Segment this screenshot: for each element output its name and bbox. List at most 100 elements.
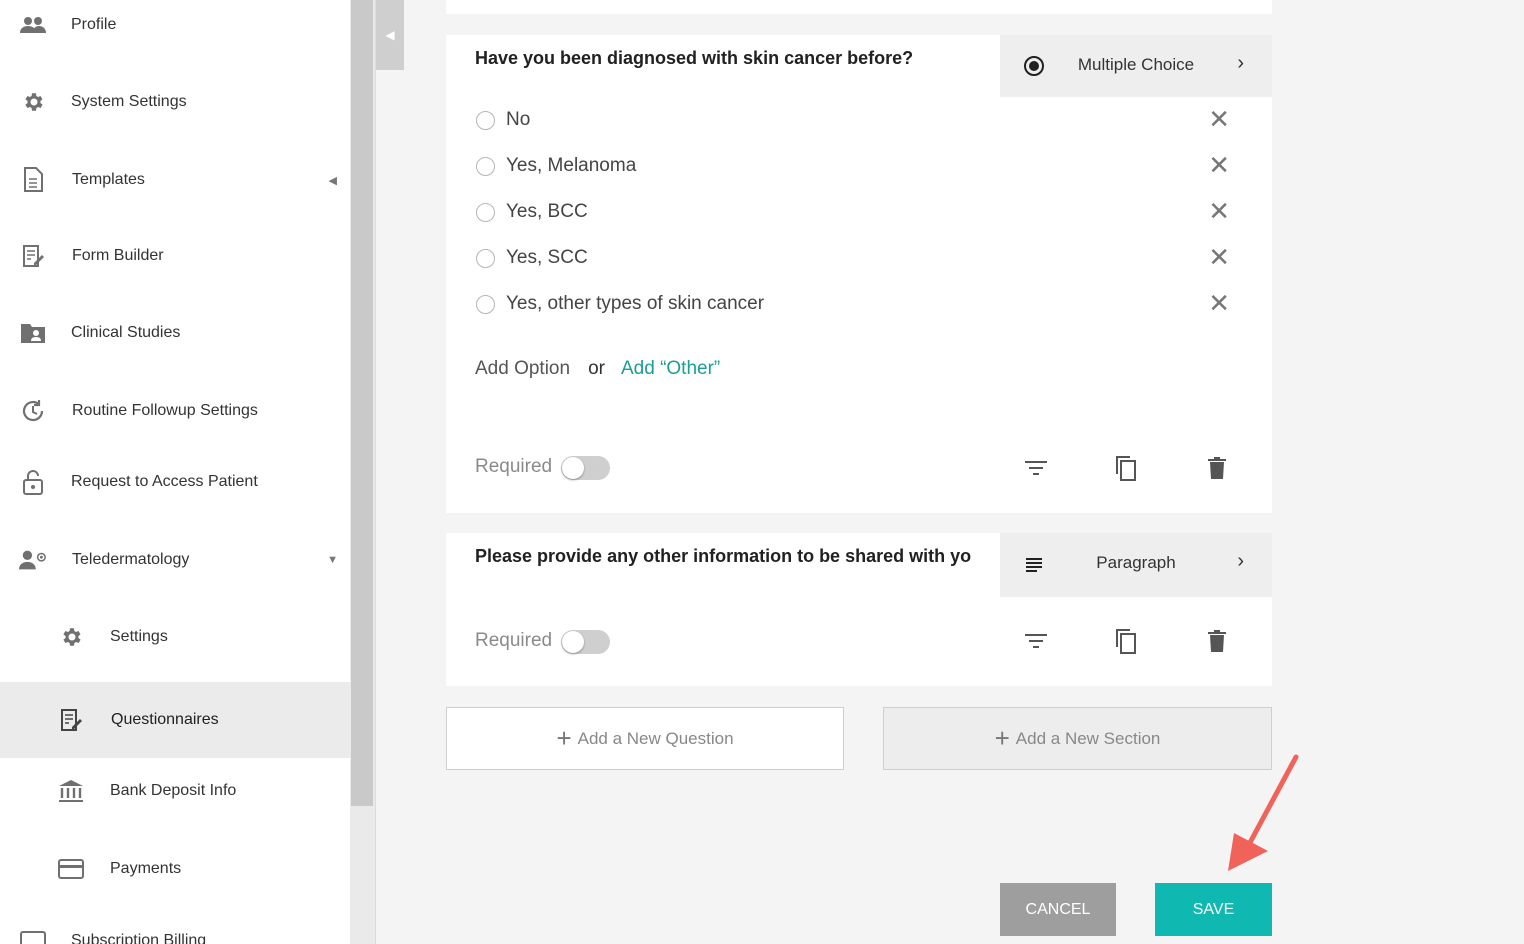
- previous-question-card: [446, 0, 1272, 14]
- sidebar-item-label: Profile: [71, 16, 117, 33]
- radio-button[interactable]: [476, 157, 495, 176]
- sidebar-item-label: Payments: [110, 860, 182, 877]
- form-edit-icon: [57, 706, 85, 734]
- add-other-link[interactable]: Add “Other”: [621, 358, 720, 379]
- add-question-label: Add a New Question: [577, 728, 734, 748]
- gear-icon: [19, 88, 47, 116]
- sidebar-item-label: Request to Access Patient: [71, 473, 258, 490]
- chevron-right-icon: ›: [1237, 52, 1244, 74]
- duplicate-icon[interactable]: [1111, 453, 1141, 483]
- add-section-label: Add a New Section: [1015, 728, 1161, 748]
- trash-icon[interactable]: [1202, 626, 1232, 656]
- credit-card-icon: [57, 855, 85, 883]
- option-row: No ✕: [475, 105, 1245, 135]
- remove-option-icon[interactable]: ✕: [1208, 151, 1230, 179]
- sidebar-item-subscription-billing[interactable]: Subscription Billing: [0, 903, 350, 944]
- plus-icon: +: [556, 723, 572, 753]
- question-card: Have you been diagnosed with skin cancer…: [446, 35, 1272, 513]
- sidebar-item-payments[interactable]: Payments: [0, 831, 350, 907]
- sidebar-item-questionnaires[interactable]: Questionnaires: [0, 682, 350, 758]
- question-type-selector[interactable]: Multiple Choice ›: [1000, 35, 1272, 97]
- option-row: Yes, Melanoma ✕: [475, 151, 1245, 181]
- question-type-label: Paragraph: [1096, 553, 1176, 572]
- save-button[interactable]: SAVE: [1155, 883, 1272, 936]
- collapse-sidebar-button[interactable]: ◀: [376, 0, 404, 70]
- add-question-button[interactable]: + Add a New Question: [446, 707, 844, 770]
- sidebar-item-label: Clinical Studies: [71, 324, 181, 341]
- history-icon: [19, 397, 47, 425]
- remove-option-icon[interactable]: ✕: [1208, 197, 1230, 225]
- radio-button[interactable]: [476, 295, 495, 314]
- sidebar-item-routine-followup[interactable]: Routine Followup Settings: [0, 373, 350, 449]
- option-label[interactable]: Yes, SCC: [506, 247, 588, 269]
- question-title[interactable]: Have you been diagnosed with skin cancer…: [475, 48, 913, 69]
- sidebar-scrollbar-thumb[interactable]: [351, 0, 373, 806]
- required-label: Required: [475, 630, 553, 651]
- sidebar-item-label: Questionnaires: [111, 711, 219, 728]
- question-title[interactable]: Please provide any other information to …: [475, 546, 972, 567]
- bank-icon: [57, 777, 85, 805]
- option-row: Yes, BCC ✕: [475, 197, 1245, 227]
- sidebar-item-label: Bank Deposit Info: [110, 782, 237, 799]
- sidebar-item-teledermatology[interactable]: Teledermatology ▼: [0, 522, 350, 598]
- option-label[interactable]: Yes, BCC: [506, 201, 588, 223]
- trash-icon[interactable]: [1202, 453, 1232, 483]
- remove-option-icon[interactable]: ✕: [1208, 243, 1230, 271]
- gear-icon: [57, 623, 85, 651]
- filter-icon[interactable]: [1021, 453, 1051, 483]
- lock-open-icon: [19, 468, 47, 496]
- duplicate-icon[interactable]: [1111, 626, 1141, 656]
- chevron-right-icon: ›: [1237, 550, 1244, 572]
- option-row: Yes, SCC ✕: [475, 243, 1245, 273]
- sidebar-item-label: Form Builder: [72, 247, 164, 264]
- caret-left-icon: ◀: [328, 174, 337, 187]
- caret-left-icon: ◀: [385, 28, 395, 42]
- sidebar-item-label: Subscription Billing: [71, 932, 207, 944]
- billing-icon: [19, 927, 47, 944]
- sidebar-item-label: Templates: [72, 171, 145, 188]
- sidebar-item-form-builder[interactable]: Form Builder: [0, 218, 350, 294]
- sidebar-item-profile[interactable]: Profile: [0, 0, 350, 63]
- sidebar-item-settings[interactable]: Settings: [0, 599, 350, 675]
- add-option-link[interactable]: Add Option: [475, 358, 570, 379]
- folder-user-icon: [19, 319, 47, 347]
- annotation-arrow-icon: [1228, 754, 1299, 871]
- sidebar-item-system-settings[interactable]: System Settings: [0, 64, 350, 140]
- radio-button[interactable]: [476, 111, 495, 130]
- option-label[interactable]: No: [506, 109, 530, 131]
- question-card: Please provide any other information to …: [446, 533, 1272, 686]
- document-icon: [19, 166, 47, 194]
- toggle-knob: [562, 631, 584, 653]
- question-type-label: Multiple Choice: [1077, 55, 1195, 74]
- radio-button[interactable]: [476, 249, 495, 268]
- sidebar-item-label: Teledermatology: [72, 551, 190, 568]
- sidebar-item-label: System Settings: [71, 93, 187, 110]
- required-toggle[interactable]: [561, 630, 610, 654]
- sidebar-item-clinical-studies[interactable]: Clinical Studies: [0, 295, 350, 371]
- plus-icon: +: [994, 723, 1010, 753]
- sidebar: Profile System Settings Templates ◀ Form…: [0, 0, 350, 944]
- sidebar-item-label: Settings: [110, 628, 168, 645]
- form-edit-icon: [19, 242, 47, 270]
- remove-option-icon[interactable]: ✕: [1208, 289, 1230, 317]
- radio-button[interactable]: [476, 203, 495, 222]
- filter-icon[interactable]: [1021, 626, 1051, 656]
- required-label: Required: [475, 456, 553, 477]
- sidebar-item-request-access[interactable]: Request to Access Patient: [0, 444, 350, 520]
- remove-option-icon[interactable]: ✕: [1208, 105, 1230, 133]
- required-toggle[interactable]: [561, 456, 610, 480]
- option-label[interactable]: Yes, Melanoma: [506, 155, 636, 177]
- cancel-button[interactable]: CANCEL: [1000, 883, 1116, 936]
- caret-down-icon: ▼: [327, 554, 338, 566]
- people-icon: [19, 11, 47, 39]
- option-label[interactable]: Yes, other types of skin cancer: [506, 293, 764, 315]
- question-type-selector[interactable]: Paragraph ›: [1000, 533, 1272, 597]
- sidebar-item-label: Routine Followup Settings: [72, 402, 258, 419]
- doctor-icon: [19, 546, 47, 574]
- toggle-knob: [562, 457, 584, 479]
- sidebar-item-bank-deposit[interactable]: Bank Deposit Info: [0, 753, 350, 829]
- option-row: Yes, other types of skin cancer ✕: [475, 289, 1245, 319]
- sidebar-item-templates[interactable]: Templates ◀: [0, 142, 350, 218]
- add-option-row: Add Option or Add “Other”: [475, 358, 720, 380]
- or-text: or: [588, 358, 605, 379]
